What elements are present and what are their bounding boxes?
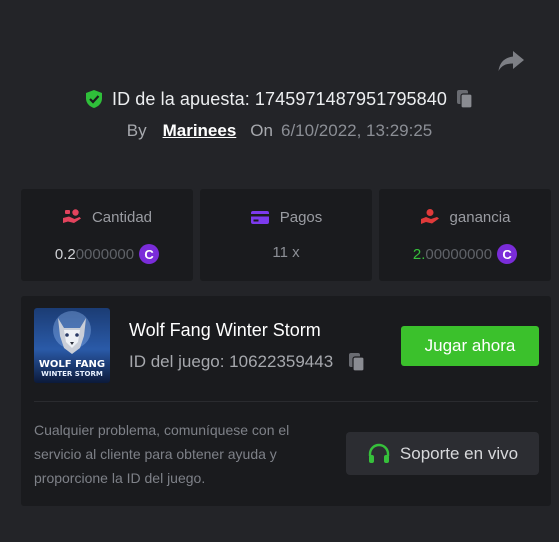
amount-label: Cantidad [91,208,153,226]
thumbnail-title-1: WOLF FANG [38,359,106,370]
game-id: ID del juego: 10622359443 [129,352,334,371]
bet-id: ID de la apuesta: 1745971487951795840 [112,88,447,109]
amount-value-dec: 0000000 [75,245,135,263]
profit-value: 2.00000000 [413,246,492,263]
game-title: Wolf Fang Winter Storm [129,320,321,340]
payout-card: Pagos 11 x [200,189,372,281]
coin-icon: C [497,244,518,264]
live-support-button[interactable]: Soporte en vivo [346,432,539,475]
username-link[interactable]: Marinees [163,121,237,141]
divider [34,401,538,402]
amount-card: Cantidad 0.20000000 C [21,189,193,281]
profit-card: ganancia 2.00000000 C [379,189,551,281]
profit-label: ganancia [449,208,511,226]
payout-label: Pagos [279,208,323,226]
profit-value-int: 2. [412,245,426,263]
bet-meta-row: By Marinees On 6/10/2022, 13:29:25 [0,120,559,142]
profit-value-dec: 00000000 [425,245,493,263]
play-now-button[interactable]: Jugar ahora [401,326,539,366]
by-label: By [126,121,147,140]
game-id-row: ID del juego: 10622359443 [129,352,367,372]
game-panel: WOLF FANG WINTER STORM Wolf Fang Winter … [21,296,551,506]
support-help-text: Cualquier problema, comuníquese con el s… [34,422,290,486]
payout-value: 11 x [272,244,300,261]
headset-icon [368,443,390,463]
amount-value-int: 0.2 [54,245,76,263]
thumbnail-title-2: WINTER STORM [41,370,103,378]
game-thumbnail[interactable]: WOLF FANG WINTER STORM [34,308,110,383]
bet-id-row: ID de la apuesta: 1745971487951795840 [0,87,559,111]
amount-value: 0.20000000 [55,246,134,263]
profit-hand-icon [420,209,439,224]
credit-card-icon [250,211,269,224]
stats-cards: Cantidad 0.20000000 C Pagos 11 x gananci… [21,189,551,281]
coins-hand-icon [62,209,81,223]
on-label: On [250,121,273,140]
bet-date: 6/10/2022, 13:29:25 [280,121,433,140]
coin-icon: C [139,244,160,264]
share-button[interactable] [497,50,525,72]
copy-icon[interactable] [455,89,475,109]
copy-icon[interactable] [347,352,367,372]
share-arrow-icon [498,51,524,71]
shield-check-icon [86,90,102,108]
live-support-label: Soporte en vivo [399,443,519,463]
